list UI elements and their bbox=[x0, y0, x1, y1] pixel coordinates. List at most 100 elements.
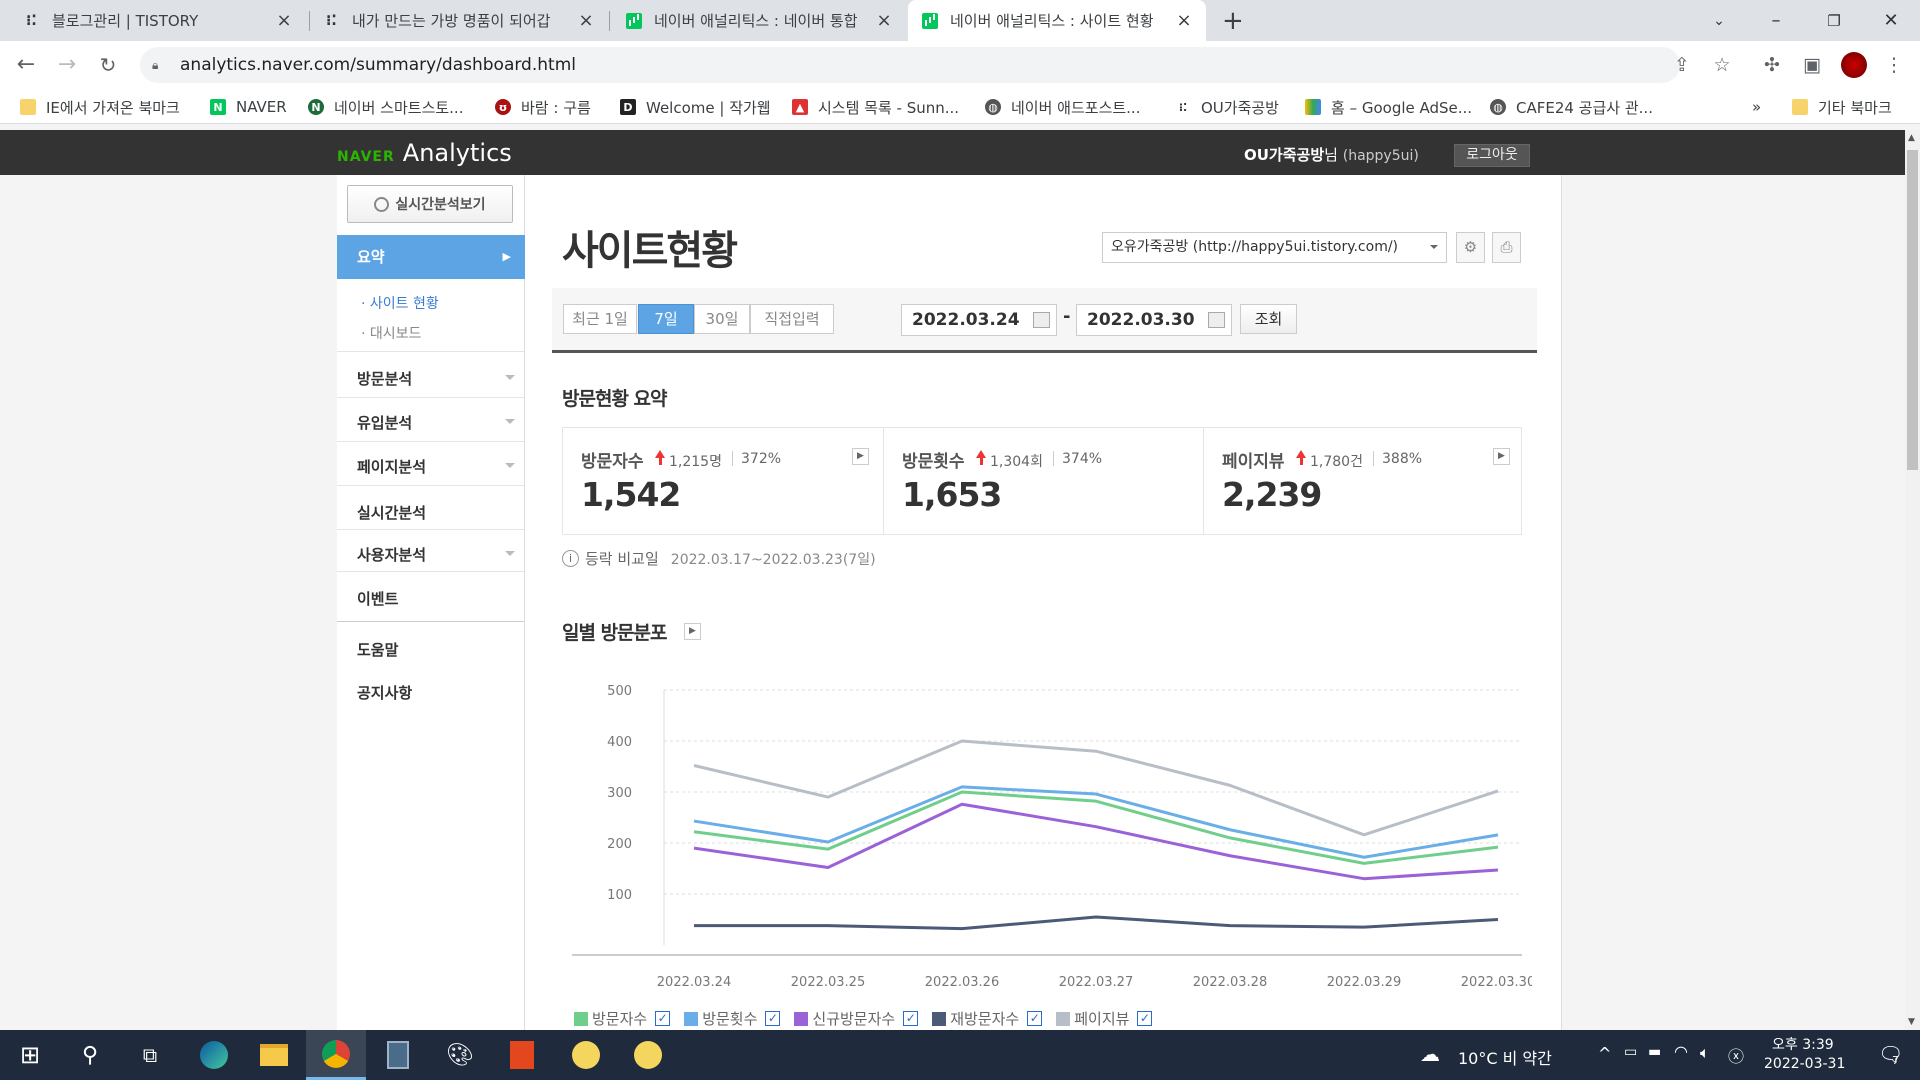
meet-icon[interactable]: ▭ bbox=[1624, 1044, 1637, 1060]
ime-icon[interactable]: ⓧ bbox=[1728, 1043, 1744, 1067]
legend-item[interactable]: 신규방문자수 ✓ bbox=[794, 1008, 919, 1029]
chrome-icon[interactable] bbox=[306, 1030, 366, 1080]
tab-search-icon[interactable]: ⌄ bbox=[1690, 0, 1748, 41]
sidebar-item-page[interactable]: 페이지분석 bbox=[357, 456, 515, 477]
legend-checkbox[interactable]: ✓ bbox=[903, 1011, 919, 1026]
sidebar-item-notice[interactable]: 공지사항 bbox=[357, 682, 412, 703]
query-button[interactable]: 조회 bbox=[1240, 304, 1297, 334]
sidebar-item-inflow[interactable]: 유입분석 bbox=[357, 412, 515, 433]
notification-icon[interactable]: 🗨︎ bbox=[1878, 1042, 1903, 1066]
bookmark-ou[interactable]: ⁝⁚ OU가죽공방 bbox=[1175, 96, 1279, 118]
settings-gear-icon[interactable]: ⚙ bbox=[1456, 232, 1485, 263]
period-1day-button[interactable]: 최근 1일 bbox=[563, 304, 637, 334]
logout-button[interactable]: 로그아웃 bbox=[1454, 144, 1530, 167]
naver-analytics-logo[interactable]: NAVER Analytics bbox=[337, 139, 512, 167]
calendar-icon[interactable] bbox=[1208, 312, 1225, 328]
calculator-icon[interactable] bbox=[368, 1030, 428, 1080]
weather-cloud-icon[interactable]: ☁ bbox=[1420, 1042, 1440, 1066]
search-icon[interactable]: ⚲ bbox=[60, 1030, 120, 1080]
clock-time[interactable]: 오후 3:39 bbox=[1772, 1034, 1834, 1054]
bookmark-smartstore[interactable]: N 네이버 스마트스토... bbox=[308, 96, 463, 118]
print-icon[interactable]: ⎙ bbox=[1492, 232, 1521, 263]
restore-icon[interactable]: ❐ bbox=[1805, 0, 1863, 41]
more-arrow-icon[interactable]: ▶ bbox=[1493, 448, 1510, 465]
side-panel-icon[interactable]: ▣ bbox=[1800, 53, 1824, 77]
messenger-icon[interactable] bbox=[618, 1030, 678, 1080]
date-to-input[interactable]: 2022.03.30 bbox=[1076, 304, 1232, 336]
site-select[interactable]: 오유가죽공방 (http://happy5ui.tistory.com/) bbox=[1102, 232, 1447, 263]
submenu-site-status[interactable]: · 사이트 현황 bbox=[361, 293, 439, 313]
weather-text[interactable]: 10°C 비 약간 bbox=[1458, 1045, 1552, 1069]
share-icon[interactable]: ⇪ bbox=[1670, 53, 1694, 77]
clock-date[interactable]: 2022-03-31 bbox=[1764, 1056, 1845, 1072]
legend-checkbox[interactable]: ✓ bbox=[655, 1011, 671, 1026]
scroll-down-icon[interactable]: ▼ bbox=[1908, 1017, 1915, 1027]
close-icon[interactable]: × bbox=[876, 10, 892, 31]
url-text[interactable]: analytics.naver.com/summary/dashboard.ht… bbox=[180, 55, 576, 75]
legend-item[interactable]: 방문자수 ✓ bbox=[574, 1008, 671, 1029]
battery-icon[interactable]: ▬ bbox=[1648, 1044, 1661, 1060]
volume-icon[interactable]: 🔈︎ bbox=[1700, 1043, 1710, 1063]
sidebar-item-event[interactable]: 이벤트 bbox=[357, 588, 398, 609]
more-arrow-icon[interactable]: ▶ bbox=[684, 623, 701, 640]
legend-item[interactable]: 재방문자수 ✓ bbox=[932, 1008, 1043, 1029]
calendar-icon[interactable] bbox=[1033, 312, 1050, 328]
scrollbar-thumb[interactable] bbox=[1907, 150, 1918, 470]
period-7day-button[interactable]: 7일 bbox=[638, 304, 694, 334]
period-custom-button[interactable]: 직접입력 bbox=[750, 304, 834, 334]
file-explorer-icon[interactable] bbox=[244, 1030, 304, 1080]
address-bar[interactable]: 🔒︎ analytics.naver.com/summary/dashboard… bbox=[140, 47, 1680, 83]
legend-item[interactable]: 방문횟수 ✓ bbox=[684, 1008, 781, 1029]
windows-start-icon[interactable]: ⊞ bbox=[0, 1030, 60, 1080]
legend-checkbox[interactable]: ✓ bbox=[1027, 1011, 1043, 1026]
bookmark-system[interactable]: ▲ 시스템 목록 - Sunn... bbox=[792, 96, 959, 118]
period-30day-button[interactable]: 30일 bbox=[694, 304, 750, 334]
page-scrollbar[interactable]: ▲ ▼ bbox=[1905, 130, 1920, 1030]
window-close-icon[interactable]: ✕ bbox=[1862, 0, 1920, 41]
close-icon[interactable]: × bbox=[276, 10, 292, 31]
bookmarks-overflow[interactable]: » bbox=[1752, 96, 1761, 118]
tab-blog[interactable]: ⁝⁚ 내가 만드는 가방 명품이 되어갑 × bbox=[312, 0, 608, 41]
bookmark-adsense[interactable]: 홈 – Google AdSe... bbox=[1305, 96, 1472, 118]
sidebar-item-summary[interactable]: 요약 ▶ bbox=[337, 235, 525, 279]
sidebar-item-visit[interactable]: 방문분석 bbox=[357, 368, 515, 389]
bookmark-baram[interactable]: ʊ 바람 : 구름 bbox=[495, 96, 591, 118]
legend-checkbox[interactable]: ✓ bbox=[1137, 1011, 1153, 1026]
chevron-up-icon[interactable]: ^ bbox=[1598, 1044, 1611, 1063]
tab-tistory[interactable]: ⁝⁚ 블로그관리 | TISTORY × bbox=[12, 0, 306, 41]
extensions-icon[interactable]: ✣ bbox=[1760, 53, 1784, 77]
back-icon[interactable]: ← bbox=[14, 53, 38, 77]
edge-icon[interactable] bbox=[184, 1030, 244, 1080]
bookmark-star-icon[interactable]: ☆ bbox=[1710, 53, 1734, 77]
tab-site-status[interactable]: 네이버 애널리틱스 : 사이트 현황 × bbox=[908, 0, 1206, 41]
sidebar-item-help[interactable]: 도움말 bbox=[357, 639, 398, 660]
legend-item[interactable]: 페이지뷰 ✓ bbox=[1056, 1008, 1153, 1029]
close-icon[interactable]: × bbox=[1176, 10, 1192, 31]
profile-avatar[interactable] bbox=[1841, 52, 1867, 78]
sidebar-item-realtime[interactable]: 실시간분석 bbox=[357, 502, 426, 523]
bookmark-naver[interactable]: N NAVER bbox=[210, 96, 287, 118]
task-view-icon[interactable]: ⧉ bbox=[120, 1030, 180, 1080]
wifi-icon[interactable]: ◠ bbox=[1674, 1042, 1688, 1061]
other-bookmarks[interactable]: 기타 북마크 bbox=[1792, 96, 1892, 118]
legend-checkbox[interactable]: ✓ bbox=[765, 1011, 781, 1026]
scroll-up-icon[interactable]: ▲ bbox=[1908, 133, 1915, 143]
messenger-icon[interactable] bbox=[556, 1030, 616, 1080]
bookmark-adpost[interactable]: ◍ 네이버 애드포스트... bbox=[985, 96, 1140, 118]
menu-dots-icon[interactable]: ⋮ bbox=[1882, 53, 1906, 77]
date-from-input[interactable]: 2022.03.24 bbox=[901, 304, 1057, 336]
bookmark-jakga[interactable]: D Welcome | 작가웹 bbox=[620, 96, 771, 118]
new-tab-icon[interactable]: + bbox=[1222, 6, 1244, 36]
submenu-dashboard[interactable]: · 대시보드 bbox=[361, 323, 421, 343]
forward-icon[interactable]: → bbox=[55, 53, 79, 77]
bookmark-cafe24[interactable]: ◍ CAFE24 공급사 관... bbox=[1490, 96, 1653, 118]
more-arrow-icon[interactable]: ▶ bbox=[852, 448, 869, 465]
bookmark-folder-ie[interactable]: IE에서 가져온 북마크 bbox=[20, 96, 180, 118]
realtime-analysis-button[interactable]: 실시간분석보기 bbox=[347, 185, 513, 223]
reload-icon[interactable]: ↻ bbox=[96, 53, 120, 77]
office-icon[interactable] bbox=[492, 1030, 552, 1080]
tab-naver-analytics-integrated[interactable]: 네이버 애널리틱스 : 네이버 통합 × bbox=[612, 0, 906, 41]
paint-icon[interactable]: 🎨︎ bbox=[430, 1030, 490, 1080]
sidebar-item-user[interactable]: 사용자분석 bbox=[357, 544, 515, 565]
minimize-icon[interactable]: – bbox=[1747, 0, 1805, 41]
